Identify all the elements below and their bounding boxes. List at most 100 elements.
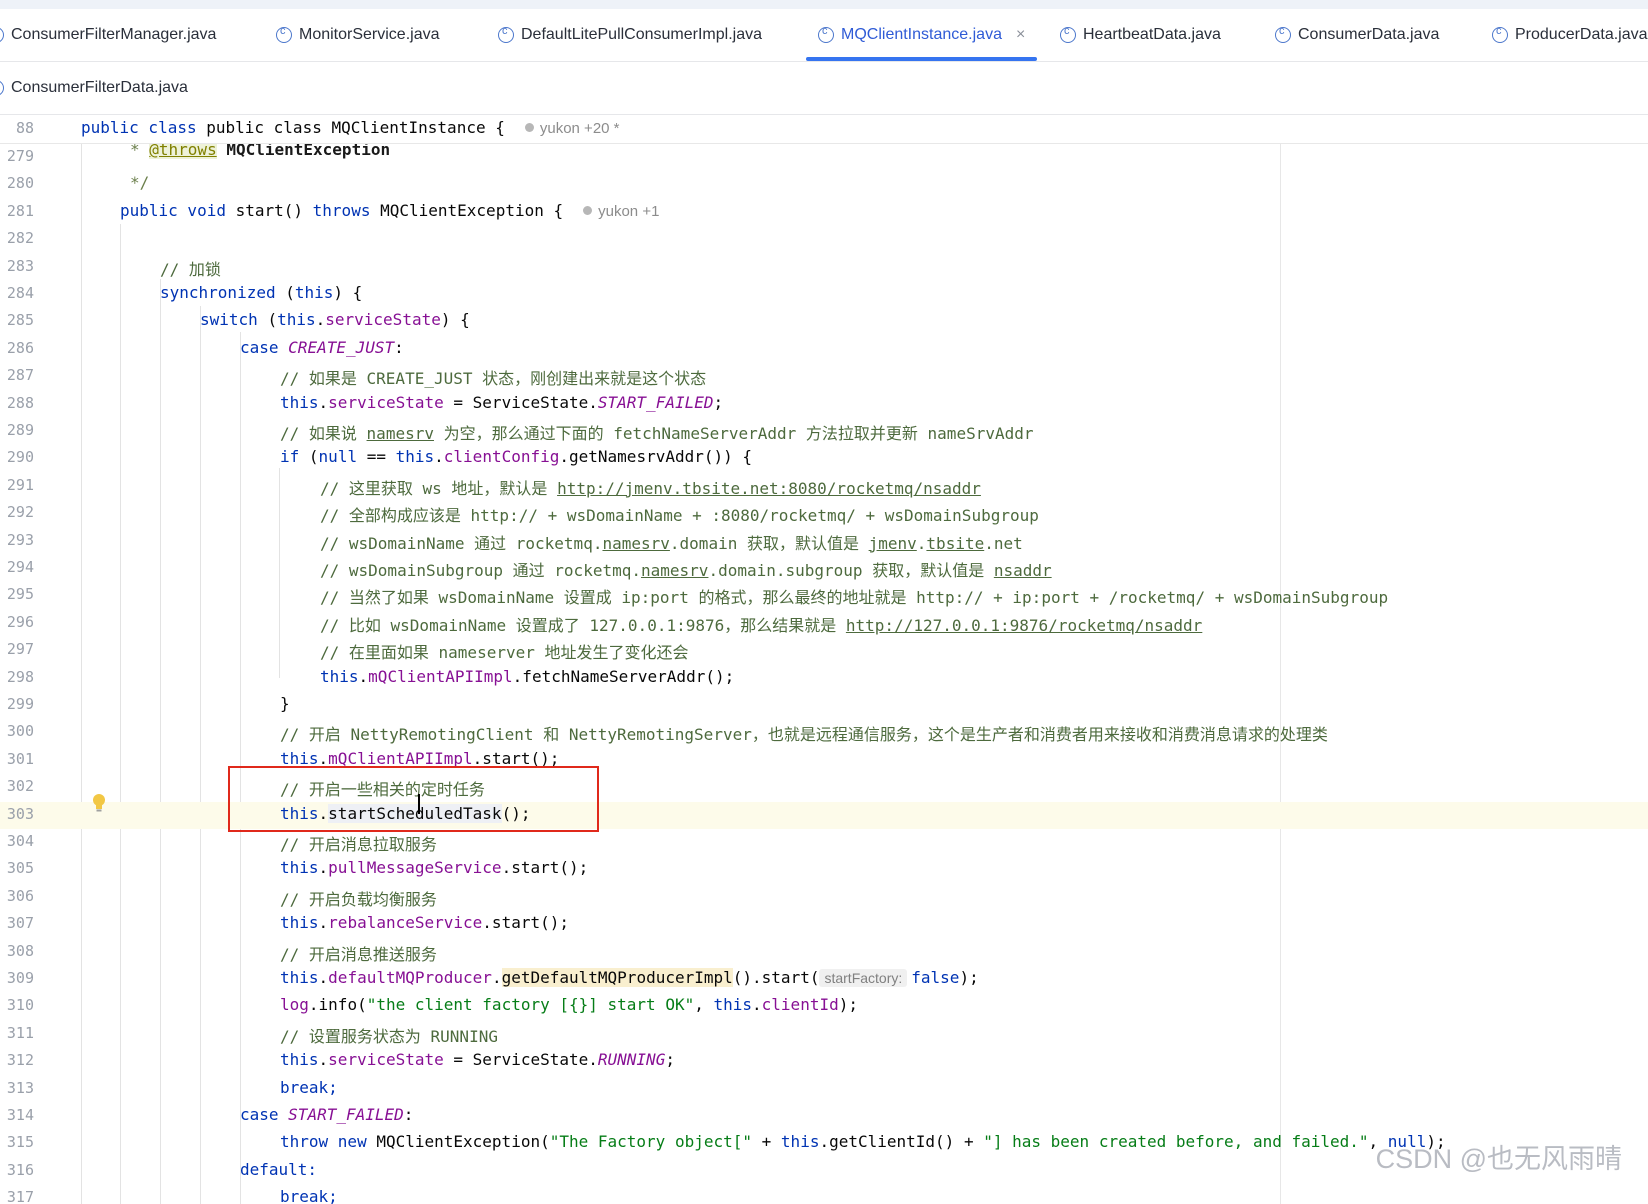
code-line: 311 // 设置服务状态为 RUNNING — [0, 1021, 1648, 1048]
code-text: this.mQClientAPIImpl.start(); — [280, 748, 560, 768]
code-line: 282 — [0, 226, 1648, 253]
highlight-annotation-box — [228, 766, 599, 832]
code-line: 313 break; — [0, 1076, 1648, 1103]
code-line: 290 if (null == this.clientConfig.getName… — [0, 445, 1648, 472]
tab-label: DefaultLitePullConsumerImpl.java — [521, 26, 762, 43]
line-number: 282 — [6, 229, 34, 248]
code-line: 280 */ — [0, 171, 1648, 198]
code-line: 308 // 开启消息推送服务 — [0, 939, 1648, 966]
line-number: 281 — [6, 201, 34, 220]
code-line: 279 * @throws MQClientException — [0, 144, 1648, 171]
line-number: 312 — [6, 1051, 34, 1070]
code-line: 307 this.rebalanceService.start(); — [0, 911, 1648, 938]
comment-link[interactable]: http://127.0.0.1:9876/rocketmq/nsaddr — [846, 616, 1202, 635]
code-line: 291 // 这里获取 ws 地址，默认是 http://jmenv.tbsite… — [0, 473, 1648, 500]
author-label: yukon +20 * — [539, 120, 620, 137]
code-text: synchronized (this) { — [160, 283, 363, 302]
code-line: 287 // 如果是 CREATE_JUST 状态，刚创建出来就是这个状态 — [0, 363, 1648, 390]
code-text: if (null == this.clientConfig.getNamesrv… — [280, 447, 753, 467]
code-text: this.rebalanceService.start(); — [280, 913, 569, 933]
line-number: 311 — [6, 1023, 34, 1042]
lightbulb-intention-icon[interactable] — [92, 793, 106, 813]
code-comment: // 当然了如果 wsDomainName 设置成 ip:port 的格式，那么… — [320, 588, 1389, 608]
editor-tab-bar-row-2: ConsumerFilterData.java — [0, 62, 1648, 115]
line-number: 293 — [6, 530, 34, 549]
line-number: 299 — [6, 695, 34, 713]
code-line: 309 this.defaultMQProducer.getDefaultMQPr… — [0, 966, 1648, 993]
tab-close-icon[interactable]: × — [1016, 26, 1025, 44]
code-comment: // 全部构成应该是 http:// + wsDomainName + :808… — [320, 506, 1039, 526]
line-number: 295 — [6, 585, 34, 604]
code-author-hint[interactable]: yukon +1 — [583, 203, 659, 220]
code-line: 299} — [0, 692, 1648, 719]
line-number: 304 — [6, 832, 34, 850]
class-file-icon — [1492, 25, 1508, 43]
tab-mqclient-instance[interactable]: MQClientInstance.java × — [806, 9, 1038, 61]
code-line: 294 // wsDomainSubgroup 通过 rocketmq.names… — [0, 555, 1648, 582]
class-file-icon — [498, 25, 514, 43]
line-number: 292 — [6, 503, 34, 522]
line-number: 314 — [6, 1106, 34, 1124]
code-comment: // wsDomainName 通过 rocketmq.namesrv.doma… — [320, 533, 1023, 553]
line-number: 313 — [6, 1078, 34, 1097]
code-comment: // 开启 NettyRemotingClient 和 NettyRemotin… — [280, 725, 1328, 745]
code-text: case START_FAILED: — [240, 1105, 414, 1124]
line-number: 283 — [6, 256, 34, 275]
tab-label: ProducerData.java — [1515, 26, 1648, 43]
line-number: 302 — [6, 777, 34, 796]
tab-consumer-data[interactable]: ConsumerData.java — [1275, 9, 1439, 61]
code-comment: // 设置服务状态为 RUNNING — [280, 1026, 498, 1046]
line-number: 280 — [6, 174, 34, 193]
line-number: 294 — [6, 558, 34, 576]
comment-link[interactable]: http://jmenv.tbsite.net:8080/rocketmq/ns… — [557, 479, 981, 498]
code-author-hint[interactable]: yukon +20 * — [524, 120, 620, 137]
line-number: 286 — [6, 338, 34, 357]
code-line: 298 this.mQClientAPIImpl.fetchNameServerA… — [0, 665, 1648, 692]
code-text: case CREATE_JUST: — [240, 337, 404, 357]
code-comment: // 开启消息推送服务 — [280, 944, 437, 964]
line-number: 287 — [6, 366, 34, 385]
sticky-class-header[interactable]: 88 public class public class MQClientIns… — [0, 115, 1648, 144]
code-text: this.defaultMQProducer.getDefaultMQProdu… — [280, 968, 979, 987]
class-declaration: public class MQClientInstance { — [206, 118, 505, 137]
tab-label: MonitorService.java — [299, 26, 440, 43]
tab-consumer-filter-manager[interactable]: ConsumerFilterManager.java — [0, 9, 216, 61]
code-line: 295 // 当然了如果 wsDomainName 设置成 ip:port 的格式… — [0, 582, 1648, 609]
class-file-icon — [0, 80, 4, 96]
person-icon — [583, 205, 593, 215]
line-number: 308 — [6, 941, 34, 960]
line-number: 317 — [6, 1188, 34, 1204]
code-line: 284 synchronized (this) { — [0, 281, 1648, 308]
code-text: log.info("the client factory [{}] start … — [280, 995, 858, 1015]
tab-label: ConsumerFilterManager.java — [11, 26, 217, 43]
class-file-icon — [818, 25, 834, 43]
line-number: 297 — [6, 640, 34, 659]
person-icon — [524, 123, 534, 132]
code-text: } — [280, 694, 290, 713]
class-file-icon — [276, 25, 292, 43]
code-comment: // 开启负载均衡服务 — [280, 889, 437, 909]
line-number: 315 — [6, 1133, 34, 1152]
tab-producer-data[interactable]: ProducerData.java — [1492, 9, 1648, 61]
parameter-hint: startFactory: — [819, 969, 908, 987]
line-number: 279 — [6, 147, 34, 165]
code-comment: // 开启消息拉取服务 — [280, 835, 437, 854]
code-comment: // 比如 wsDomainName 设置成了 127.0.0.1:9876，那… — [320, 615, 1203, 635]
tab-consumer-filter-data[interactable]: ConsumerFilterData.java — [0, 62, 188, 114]
tab-monitor-service[interactable]: MonitorService.java — [276, 9, 440, 61]
code-text: break; — [280, 1077, 338, 1097]
line-number: 88 — [15, 119, 34, 137]
tab-default-lite-pull-consumer-impl[interactable]: DefaultLitePullConsumerImpl.java — [498, 9, 762, 61]
code-line: 286 case CREATE_JUST: — [0, 336, 1648, 363]
code-comment: // 如果说 namesrv 为空，那么通过下面的 fetchNameServe… — [280, 424, 1034, 443]
code-line: 317 break; — [0, 1185, 1648, 1204]
code-text: this.mQClientAPIImpl.fetchNameServerAddr… — [320, 666, 735, 686]
tab-heartbeat-data[interactable]: HeartbeatData.java — [1060, 9, 1221, 61]
code-text: default: — [240, 1159, 318, 1179]
code-line: 283 // 加锁 — [0, 254, 1648, 281]
code-text: switch (this.serviceState) { — [200, 310, 470, 330]
code-text: * @throws MQClientException — [130, 144, 390, 159]
code-editor[interactable]: 279 * @throws MQClientException 280 */ 281… — [0, 144, 1648, 1204]
editor-tab-bar: ConsumerFilterManager.java MonitorServic… — [0, 9, 1648, 62]
code-text: break; — [280, 1187, 338, 1204]
